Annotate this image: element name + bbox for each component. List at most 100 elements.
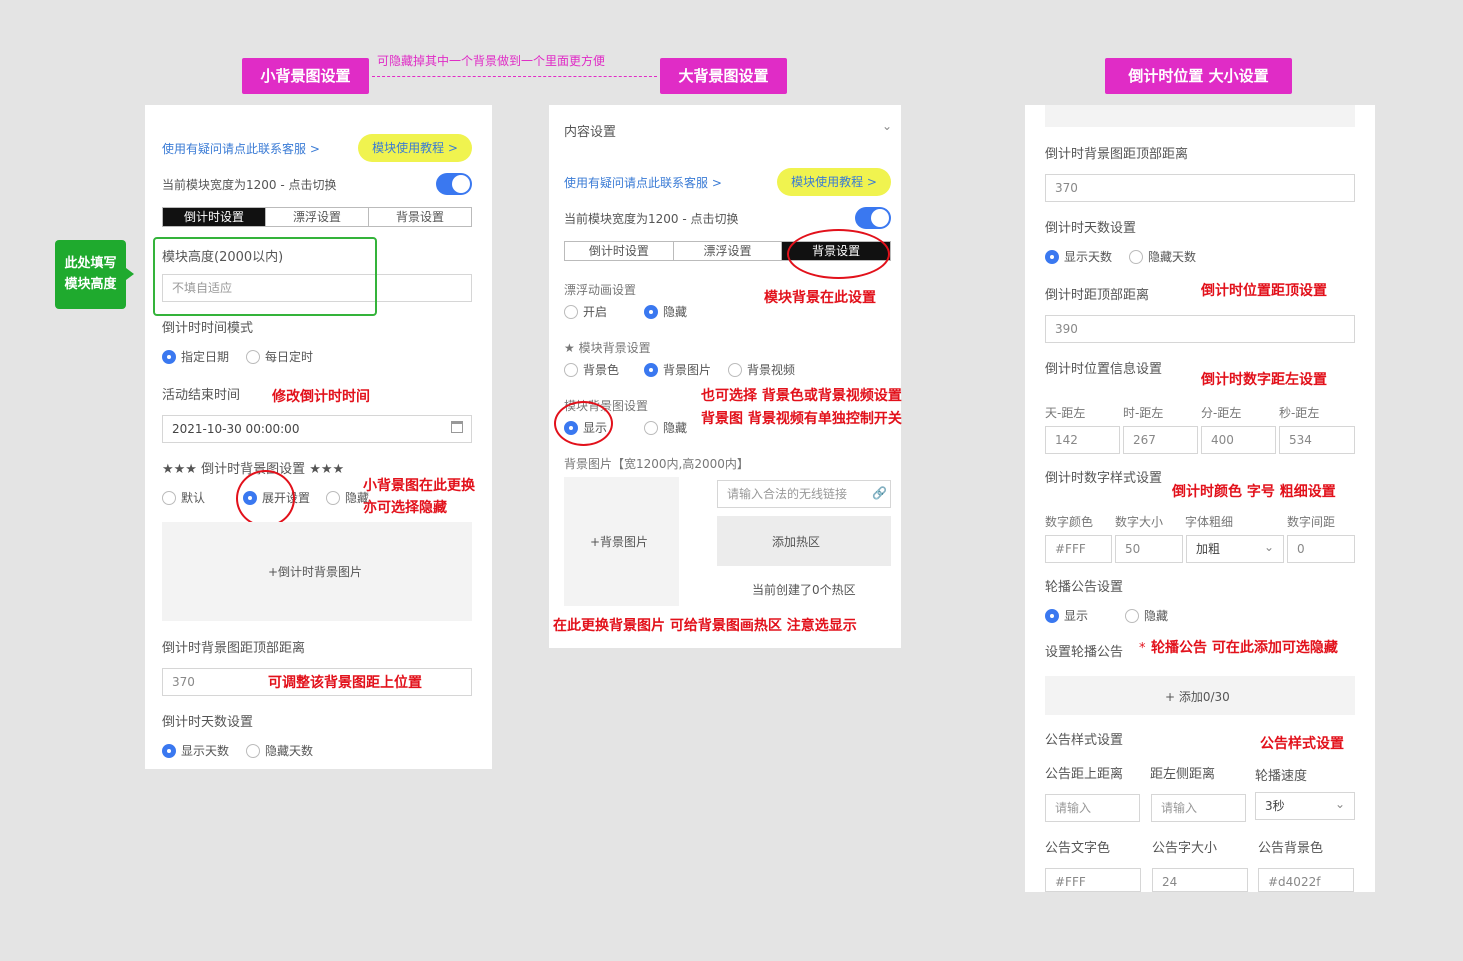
radio-label: 隐藏: [1144, 609, 1169, 623]
radio-label: 指定日期: [181, 350, 230, 364]
mode-daily-radio[interactable]: 每日定时: [246, 348, 313, 365]
bg-default-radio[interactable]: 默认: [162, 489, 205, 506]
r-notice-left-input[interactable]: 请输入: [1151, 794, 1246, 822]
left-tutorial-button[interactable]: 模块使用教程 >: [358, 134, 472, 162]
bg-here-note: 模块背景在此设置: [764, 290, 876, 306]
radio-dot: [162, 743, 176, 758]
r-notice-speed-label: 轮播速度: [1255, 769, 1308, 784]
radio-dot: [728, 362, 742, 377]
r-num-color-label: 数字颜色: [1045, 515, 1094, 529]
r-sec-left-input[interactable]: 534: [1279, 426, 1355, 454]
time-mode-label: 倒计时时间模式: [162, 321, 254, 336]
r-num-color-input[interactable]: #FFF: [1045, 535, 1112, 563]
r-num-spacing-label: 数字间距: [1287, 515, 1336, 529]
bgimg-size-label: 背景图片【宽1200内,高2000内】: [564, 457, 749, 471]
r-notice-label: 轮播公告设置: [1045, 580, 1124, 595]
radio-dot: [564, 362, 578, 377]
mbg-image-radio[interactable]: 背景图片: [644, 361, 711, 378]
r-min-left-input[interactable]: 400: [1201, 426, 1276, 454]
radio-label: 显示: [1064, 609, 1089, 623]
end-time-input[interactable]: 2021-10-30 00:00:00: [162, 415, 472, 443]
radio-dot: [644, 420, 658, 435]
tab-background[interactable]: 背景设置: [369, 208, 471, 226]
r-set-notice-label: 设置轮播公告: [1045, 645, 1124, 660]
tab-float[interactable]: 漂浮设置: [266, 208, 369, 226]
radio-dot: [1045, 608, 1059, 623]
radio-label: 背景图片: [663, 363, 712, 377]
chevron-down-icon[interactable]: ⌄: [1264, 540, 1274, 554]
radio-label: 背景色: [583, 363, 620, 377]
r-bg-top-label: 倒计时背景图距顶部距离: [1045, 147, 1189, 162]
radio-dot: [1125, 608, 1139, 623]
r-min-left-label: 分-距左: [1201, 406, 1242, 420]
r-day-left-input[interactable]: 142: [1045, 426, 1120, 454]
r-days-hide-radio[interactable]: 隐藏天数: [1129, 248, 1196, 265]
middle-tutorial-button[interactable]: 模块使用教程 >: [777, 168, 891, 196]
r-pos-top-input[interactable]: 390: [1045, 315, 1355, 343]
mbg-color-radio[interactable]: 背景色: [564, 361, 619, 378]
r-set-notice-note: 轮播公告 可在此添加可选隐藏: [1151, 640, 1338, 656]
days-setting-label: 倒计时天数设置: [162, 715, 254, 730]
r-notice-show-radio[interactable]: 显示: [1045, 607, 1088, 624]
r-days-label: 倒计时天数设置: [1045, 221, 1137, 236]
tab-countdown[interactable]: 倒计时设置: [565, 242, 674, 260]
chevron-down-icon[interactable]: ⌄: [1335, 797, 1345, 811]
radio-dot: [162, 349, 176, 364]
bg-image-upload-label[interactable]: +背景图片: [590, 533, 648, 550]
bg-change-note-2: 亦可选择隐藏: [363, 500, 447, 516]
bg-tab-highlight: [787, 229, 890, 279]
middle-width-toggle[interactable]: [855, 207, 891, 229]
add-hotspot-label[interactable]: 添加热区: [772, 533, 820, 550]
days-hide-radio[interactable]: 隐藏天数: [246, 742, 313, 759]
r-num-spacing-input[interactable]: 0: [1287, 535, 1355, 563]
header-connector-hint: 可隐藏掉其中一个背景做到一个里面更方便: [377, 54, 606, 68]
bgimg-show-highlight: [554, 401, 613, 446]
middle-help-link[interactable]: 使用有疑问请点此联系客服 >: [564, 174, 722, 191]
hotspot-link-input[interactable]: 请输入合法的无线链接: [717, 480, 891, 508]
module-height-note-line1: 此处填写: [64, 256, 117, 271]
r-notice-text-color-input[interactable]: #FFF: [1045, 868, 1141, 892]
radio-label: 背景视频: [747, 363, 796, 377]
chevron-down-icon[interactable]: ⌄: [882, 119, 892, 133]
days-show-radio[interactable]: 显示天数: [162, 742, 229, 759]
radio-label: 显示天数: [1064, 250, 1113, 264]
radio-label: 隐藏天数: [265, 744, 314, 758]
r-hour-left-input[interactable]: 267: [1123, 426, 1198, 454]
radio-dot: [644, 304, 658, 319]
middle-width-label: 当前模块宽度为1200 - 点击切换: [564, 212, 739, 226]
mbg-video-radio[interactable]: 背景视频: [728, 361, 795, 378]
bgimg-hide-radio[interactable]: 隐藏: [644, 419, 687, 436]
radio-dot: [246, 349, 260, 364]
mode-fixed-date-radio[interactable]: 指定日期: [162, 348, 229, 365]
right-top-placeholder: [1045, 105, 1355, 127]
calendar-icon[interactable]: [451, 421, 463, 433]
r-bg-top-input[interactable]: 370: [1045, 174, 1355, 202]
r-num-size-input[interactable]: 50: [1115, 535, 1183, 563]
r-day-left-label: 天-距左: [1045, 406, 1086, 420]
r-notice-font-size-input[interactable]: 24: [1152, 868, 1248, 892]
r-notice-hide-radio[interactable]: 隐藏: [1125, 607, 1168, 624]
r-notice-top-input[interactable]: 请输入: [1045, 794, 1140, 822]
r-notice-bg-color-input[interactable]: #d4022f: [1258, 868, 1354, 892]
r-hour-left-label: 时-距左: [1123, 406, 1164, 420]
radio-dot: [162, 490, 176, 505]
r-num-style-label: 倒计时数字样式设置: [1045, 471, 1163, 486]
left-width-toggle[interactable]: [436, 173, 472, 195]
r-days-show-radio[interactable]: 显示天数: [1045, 248, 1112, 265]
module-bg-label: ★ 模块背景设置: [564, 341, 651, 355]
left-help-link[interactable]: 使用有疑问请点此联系客服 >: [162, 140, 320, 157]
r-notice-style-label: 公告样式设置: [1045, 733, 1124, 748]
r-notice-style-note: 公告样式设置: [1260, 736, 1344, 752]
radio-label: 开启: [583, 305, 608, 319]
float-on-radio[interactable]: 开启: [564, 303, 607, 320]
countdown-bg-upload-label[interactable]: +倒计时背景图片: [268, 563, 362, 580]
float-hide-radio[interactable]: 隐藏: [644, 303, 687, 320]
left-width-label: 当前模块宽度为1200 - 点击切换: [162, 178, 337, 192]
tab-float[interactable]: 漂浮设置: [674, 242, 783, 260]
bg-change-note-1: 小背景图在此更换: [363, 478, 475, 494]
r-pos-top-note: 倒计时位置距顶设置: [1201, 283, 1327, 299]
radio-label: 显示天数: [181, 744, 230, 758]
tab-countdown[interactable]: 倒计时设置: [163, 208, 266, 226]
r-add-notice-label[interactable]: + 添加0/30: [1165, 688, 1230, 705]
end-time-note: 修改倒计时时间: [272, 389, 370, 405]
